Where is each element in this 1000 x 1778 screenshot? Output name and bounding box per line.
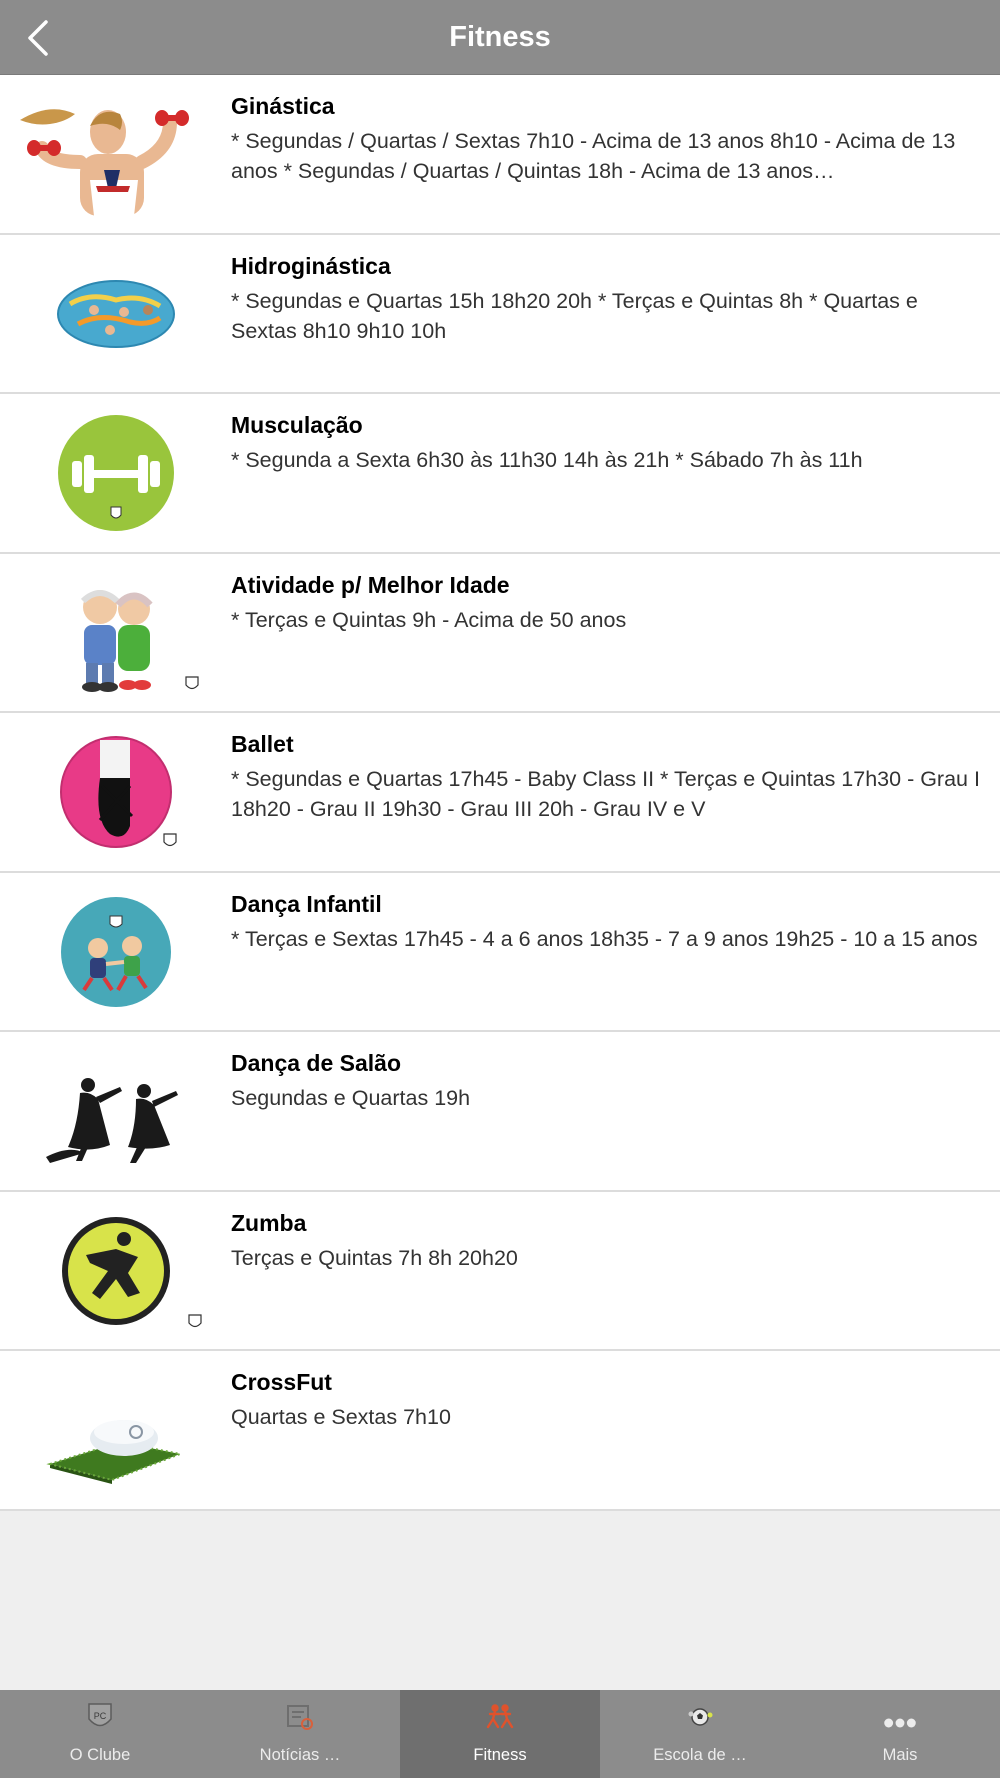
activity-list: Ginástica * Segundas / Quartas / Sextas … <box>0 75 1000 1511</box>
item-title: Dança Infantil <box>231 890 382 917</box>
tab-bar: PC O Clube Notícias … Fitness Escola de … <box>0 1690 1000 1778</box>
club-badge-icon <box>163 833 177 847</box>
ballet-image <box>20 730 210 855</box>
club-badge-icon <box>188 1313 202 1327</box>
tab-label: Escola de … <box>653 1746 747 1764</box>
list-item-danca-de-salao[interactable]: Dança de Salão Segundas e Quartas 19h <box>0 1032 1000 1192</box>
tab-label: O Clube <box>69 1746 131 1764</box>
crossfut-image <box>20 1368 210 1493</box>
item-description: Quartas e Sextas 7h10 <box>231 1405 451 1429</box>
item-description: * Terças e Sextas 17h45 - 4 a 6 anos 18h… <box>231 926 978 951</box>
tab-o-clube[interactable]: PC O Clube <box>0 1690 200 1778</box>
list-item-musculacao[interactable]: Musculação * Segunda a Sexta 6h30 às 11h… <box>0 394 1000 554</box>
list-item-hidroginastica[interactable]: Hidroginástica * Segundas e Quartas 15h … <box>0 234 1000 394</box>
item-description: * Terças e Quintas 9h - Acima de 50 anos <box>231 607 627 632</box>
hidroginastica-image <box>20 252 210 377</box>
page-title: Fitness <box>449 21 551 53</box>
melhor-idade-image <box>20 571 210 696</box>
tab-label: Notícias … <box>259 1746 341 1764</box>
svg-text:PC: PC <box>94 1711 107 1721</box>
item-title: CrossFut <box>231 1369 332 1395</box>
item-title: Ginástica <box>231 93 335 119</box>
zumba-image <box>20 1209 210 1334</box>
fitness-icon <box>483 1702 517 1732</box>
danca-de-salao-image <box>20 1049 210 1174</box>
item-title: Musculação <box>231 412 363 438</box>
ginastica-image <box>20 92 210 217</box>
list-item-danca-infantil[interactable]: Dança Infantil * Terças e Sextas 17h45 -… <box>0 872 1000 1032</box>
list-item-ginastica[interactable]: Ginástica * Segundas / Quartas / Sextas … <box>0 75 1000 235</box>
item-title: Dança de Salão <box>231 1050 402 1076</box>
tab-label: Mais <box>882 1746 918 1764</box>
list-item-crossfut[interactable]: CrossFut Quartas e Sextas 7h10 <box>0 1351 1000 1511</box>
tab-fitness[interactable]: Fitness <box>400 1690 600 1778</box>
list-item-ballet[interactable]: Ballet * Segundas e Quartas 17h45 - Baby… <box>0 713 1000 873</box>
list-item-zumba[interactable]: Zumba Terças e Quintas 7h 8h 20h20 <box>0 1191 1000 1351</box>
news-icon <box>283 1702 317 1732</box>
item-title: Zumba <box>231 1209 307 1236</box>
danca-infantil-image <box>20 890 210 1015</box>
item-title: Ballet <box>231 731 294 757</box>
soccer-ball-icon <box>683 1702 717 1732</box>
item-description: * Segunda a Sexta 6h30 às 11h30 14h às 2… <box>231 448 863 472</box>
item-description: * Segundas / Quartas / Sextas 7h10 - Aci… <box>231 129 956 183</box>
item-title: Atividade p/ Melhor Idade <box>231 571 510 598</box>
item-description: * Segundas e Quartas 15h 18h20 20h * Ter… <box>231 288 918 343</box>
list-item-melhor-idade[interactable]: Atividade p/ Melhor Idade * Terças e Qui… <box>0 553 1000 713</box>
tab-escola[interactable]: Escola de … <box>600 1690 800 1778</box>
club-crest-icon: PC <box>83 1702 117 1732</box>
more-dots-icon <box>883 1702 917 1732</box>
item-description: Terças e Quintas 7h 8h 20h20 <box>231 1245 518 1270</box>
item-title: Hidroginástica <box>231 252 391 279</box>
nav-bar: Fitness <box>0 0 1000 75</box>
tab-mais[interactable]: Mais <box>800 1690 1000 1778</box>
tab-noticias[interactable]: Notícias … <box>200 1690 400 1778</box>
club-badge-icon <box>185 675 199 689</box>
tab-label: Fitness <box>473 1746 527 1764</box>
item-description: Segundas e Quartas 19h <box>231 1086 471 1110</box>
item-description: * Segundas e Quartas 17h45 - Baby Class … <box>231 767 980 821</box>
musculacao-image <box>20 411 210 536</box>
